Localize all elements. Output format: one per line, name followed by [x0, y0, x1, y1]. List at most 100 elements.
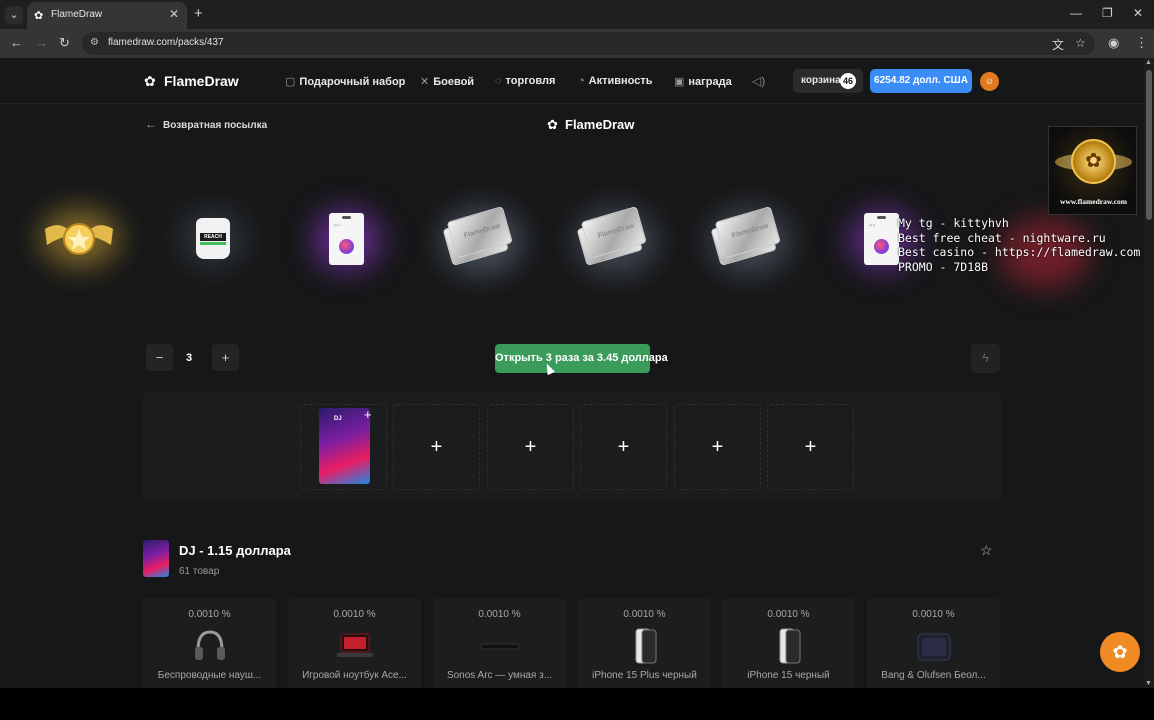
cart-label: корзина: [801, 75, 841, 86]
item-card[interactable]: 0.0010 % Игровой ноутбук Ace...: [288, 598, 421, 688]
reward-gift-icon: ▣: [674, 76, 685, 88]
favorite-star-icon[interactable]: ☆: [980, 542, 993, 559]
item-card[interactable]: 0.0010 % Беспроводные науш...: [143, 598, 276, 688]
dental-floss-item: REACH: [196, 218, 230, 259]
activity-icon: ◔: [578, 75, 585, 87]
add-pack-icon[interactable]: +: [364, 407, 372, 422]
card-text: ▪▪▪ ▪▪: [334, 223, 341, 227]
back-arrow-icon[interactable]: ←: [10, 35, 23, 50]
pack-thumbnail: [143, 540, 169, 577]
apple-logo-icon: [874, 239, 889, 254]
quantity-minus-button[interactable]: −: [146, 344, 173, 371]
stream-overlay-text: My tg - kittyhvh Best free cheat - night…: [898, 216, 1141, 274]
laptop-image: [337, 633, 373, 657]
back-link[interactable]: ← Возвратная посылка: [145, 117, 267, 131]
reload-icon[interactable]: ↻: [59, 35, 70, 51]
item-card[interactable]: 0.0010 % iPhone 15 черный: [722, 598, 855, 688]
item-name: Sonos Arc — умная з...: [446, 670, 553, 681]
arrow-left-icon: ←: [145, 117, 157, 131]
minimize-icon[interactable]: —: [1070, 6, 1082, 20]
floss-stripe: [200, 242, 226, 245]
center-logo: FlameDraw: [565, 117, 635, 132]
bookmark-star-icon[interactable]: ☆: [1075, 36, 1086, 50]
flame-logo-icon[interactable]: ✿: [144, 73, 156, 90]
browser-tabbar: ⌄ ✿ FlameDraw ✕ + — ❐ ✕: [0, 0, 1154, 29]
pack-slot-empty[interactable]: +: [674, 404, 761, 490]
url-text[interactable]: flamedraw.com/packs/437: [108, 37, 224, 48]
iphone-image: [779, 628, 801, 664]
translate-icon[interactable]: 文: [1052, 36, 1064, 53]
item-card[interactable]: 0.0010 % Sonos Arc — умная з...: [433, 598, 566, 688]
scroll-thumb[interactable]: [1146, 70, 1152, 220]
item-chance: 0.0010 %: [623, 609, 666, 620]
pack-slot-empty[interactable]: +: [580, 404, 667, 490]
nav-reward[interactable]: ▣ награда: [674, 75, 732, 88]
browser-tab[interactable]: ✿ FlameDraw ✕: [27, 2, 187, 29]
pack-slot-empty[interactable]: +: [393, 404, 480, 490]
page-scrollbar[interactable]: ▲ ▼: [1144, 58, 1154, 688]
item-chance: 0.0010 %: [912, 609, 955, 620]
ticket-label: FlameDraw: [731, 222, 770, 240]
pack-slot-empty[interactable]: +: [767, 404, 854, 490]
soundbar-image: [480, 643, 520, 650]
bottom-bar: [0, 688, 1154, 720]
flamedraw-emblem-icon: ✿: [1071, 139, 1116, 184]
quantity-plus-button[interactable]: +: [212, 344, 239, 371]
item-chance: 0.0010 %: [767, 609, 810, 620]
pack-title: DJ - 1.15 доллара: [179, 543, 291, 558]
trade-circle-icon: ◌: [495, 75, 502, 87]
item-chance: 0.0010 %: [188, 609, 231, 620]
apple-logo-icon: [339, 239, 354, 254]
pack-slot-filled[interactable]: DJ +: [300, 404, 387, 490]
apple-gift-card-item: ▪▪▪ ▪▪: [329, 213, 364, 265]
nav-trade[interactable]: ◌ торговля: [495, 75, 555, 87]
cart-button[interactable]: корзина 46: [793, 69, 863, 93]
overlay-logo-url: www.flamedraw.com: [1059, 197, 1128, 206]
item-card[interactable]: 0.0010 % Bang & Olufsen Беол...: [867, 598, 1000, 688]
headphones-image: [195, 630, 225, 660]
profile-icon[interactable]: ◉: [1108, 35, 1119, 51]
site-logo[interactable]: FlameDraw: [164, 73, 239, 89]
card-hole: [342, 216, 351, 219]
close-tab-icon[interactable]: ✕: [169, 7, 179, 21]
card-text: ▪▪▪ ▪▪: [869, 223, 876, 227]
apple-gift-card-item: ▪▪▪ ▪▪: [864, 213, 899, 265]
site-info-icon[interactable]: ⚙: [90, 37, 99, 48]
fast-open-lightning-icon[interactable]: ϟ: [971, 344, 1000, 373]
url-bar[interactable]: ⚙ flamedraw.com/packs/437 文 ☆: [82, 32, 1095, 55]
nav-gift-set[interactable]: ▢ Подарочный набор: [285, 75, 405, 88]
dj-pack-image: DJ: [319, 408, 370, 484]
gift-box-icon: ▢: [285, 76, 296, 88]
tab-title: FlameDraw: [51, 9, 103, 20]
open-case-button[interactable]: Открыть 3 раза за 3.45 доллара: [495, 344, 668, 373]
sound-icon[interactable]: ◁): [752, 74, 765, 88]
forward-arrow-icon[interactable]: →: [35, 35, 48, 50]
item-name: Игровой ноутбук Ace...: [302, 670, 407, 681]
item-chance: 0.0010 %: [478, 609, 521, 620]
nav-battle[interactable]: ✕ Боевой: [420, 75, 474, 88]
stream-overlay-logo: ✿ www.flamedraw.com: [1048, 126, 1137, 215]
pack-slot-empty[interactable]: +: [487, 404, 574, 490]
ticket-label: FlameDraw: [597, 222, 636, 240]
item-card[interactable]: 0.0010 % iPhone 15 Plus черный: [578, 598, 711, 688]
cart-count-badge: 46: [840, 73, 856, 89]
scroll-up-icon[interactable]: ▲: [1145, 59, 1152, 66]
item-name: Беспроводные науш...: [157, 670, 262, 681]
avatar[interactable]: ☺: [980, 72, 999, 91]
nav-activity[interactable]: ◔ Активность: [578, 75, 653, 87]
card-hole: [877, 216, 886, 219]
balance-button[interactable]: 6254.82 долл. США: [870, 69, 972, 93]
scroll-down-icon[interactable]: ▼: [1145, 680, 1152, 687]
browser-menu-icon[interactable]: ⋮: [1135, 35, 1148, 51]
pack-item-count: 61 товар: [179, 566, 220, 577]
swords-icon: ✕: [420, 76, 430, 88]
support-chat-button[interactable]: ✿: [1100, 632, 1140, 672]
floss-label: REACH: [200, 233, 226, 241]
tab-search-icon[interactable]: ⌄: [5, 6, 23, 24]
restore-icon[interactable]: ❐: [1102, 6, 1113, 20]
window-close-icon[interactable]: ✕: [1133, 6, 1143, 20]
new-tab-icon[interactable]: +: [194, 5, 203, 22]
ticket-label: FlameDraw: [463, 222, 502, 240]
flame-logo-icon: ✿: [547, 117, 558, 132]
item-name: iPhone 15 черный: [747, 670, 830, 681]
